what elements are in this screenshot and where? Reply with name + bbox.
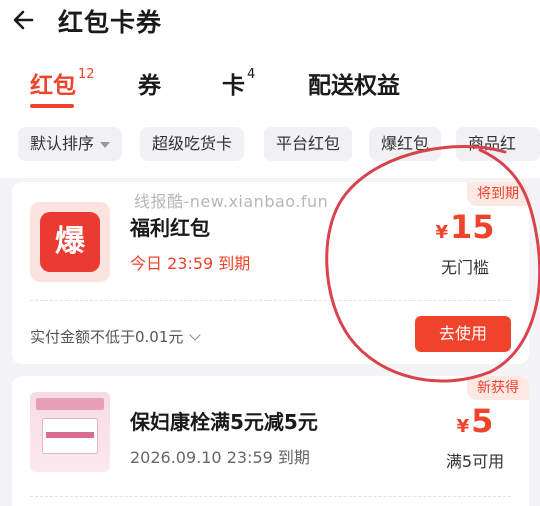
filter-chip-product-hongbao[interactable]: 商品红 xyxy=(456,127,540,161)
active-tab-indicator xyxy=(30,104,74,108)
coupon-logo: 爆 xyxy=(30,202,110,282)
tab-count: 12 xyxy=(78,67,95,83)
divider xyxy=(30,496,511,497)
tab-label: 券 xyxy=(138,73,161,99)
chip-label: 平台红包 xyxy=(276,134,341,153)
coupon-condition: 满5可用 xyxy=(445,452,505,471)
coupon-expiry: 2026.09.10 23:59 到期 xyxy=(130,448,310,467)
chip-label: 商品红 xyxy=(468,134,517,153)
tab-label: 配送权益 xyxy=(308,73,400,99)
back-button[interactable] xyxy=(10,4,42,36)
currency-symbol: ¥ xyxy=(456,416,470,437)
tab-ka[interactable]: 卡4 xyxy=(222,66,255,100)
status-badge: 将到期 xyxy=(467,182,529,206)
coupon-amount: ¥15 xyxy=(405,208,525,246)
tab-hongbao[interactable]: 红包 12 xyxy=(30,66,95,100)
amount-value: 15 xyxy=(450,208,495,246)
coupon-expiry: 今日 23:59 到期 xyxy=(130,254,251,273)
caret-down-icon xyxy=(100,141,111,148)
filter-chip-bao-hongbao[interactable]: 爆红包 xyxy=(369,127,442,161)
chip-label: 超级吃货卡 xyxy=(152,134,233,153)
coupon-condition: 无门槛 xyxy=(440,258,489,277)
divider xyxy=(30,300,511,301)
filter-chip-platform-hongbao[interactable]: 平台红包 xyxy=(264,127,353,161)
page-title: 红包卡券 xyxy=(58,8,163,37)
filter-chip-super-foodie-card[interactable]: 超级吃货卡 xyxy=(140,127,245,161)
filter-chip-sort[interactable]: 默认排序 xyxy=(18,127,123,161)
chip-label: 爆红包 xyxy=(381,134,430,153)
product-image-stripe xyxy=(46,432,94,438)
back-arrow-icon xyxy=(13,10,34,30)
coupon-name: 保妇康栓满5元减5元 xyxy=(130,410,318,434)
coupon-amount: ¥5 xyxy=(415,402,529,440)
tab-count: 4 xyxy=(247,67,256,83)
status-badge: 新获得 xyxy=(467,376,529,400)
min-note-text: 实付金额不低于0.01元 xyxy=(30,328,184,346)
currency-symbol: ¥ xyxy=(435,222,448,243)
tab-label: 红包 xyxy=(30,73,76,99)
header: 红包卡券 xyxy=(0,0,540,40)
logo-text: 爆 xyxy=(40,212,100,272)
use-button[interactable]: 去使用 xyxy=(415,316,511,352)
chevron-down-icon xyxy=(189,329,202,341)
coupon-name: 福利红包 xyxy=(130,216,210,240)
product-image xyxy=(30,392,110,472)
watermark-text: 线报酷-new.xianbao.fun xyxy=(134,192,329,211)
amount-value: 5 xyxy=(471,402,494,440)
tab-delivery-benefits[interactable]: 配送权益 xyxy=(308,66,400,100)
tab-bar: 红包 12 券 卡4 配送权益 xyxy=(0,66,540,110)
coupon-card: 新获得 保妇康栓满5元减5元 2026.09.10 23:59 到期 ¥5 满5… xyxy=(12,376,529,506)
min-amount-note[interactable]: 实付金额不低于0.01元 xyxy=(30,326,202,347)
product-image-banner xyxy=(36,398,104,410)
top-bar: 红包卡券 红包 12 券 卡4 配送权益 默认排序 超级吃货卡 平台红包 爆红包 … xyxy=(0,0,540,178)
tab-quan[interactable]: 券 xyxy=(138,66,161,100)
tab-label: 卡 xyxy=(222,73,245,99)
chip-label: 默认排序 xyxy=(30,134,95,153)
